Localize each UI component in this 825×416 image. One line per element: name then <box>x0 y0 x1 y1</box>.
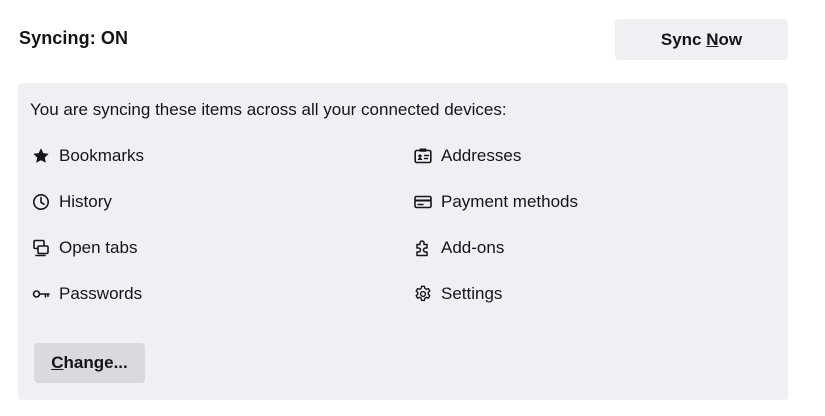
gear-icon <box>413 284 433 304</box>
sync-item-label: Payment methods <box>441 192 579 211</box>
synced-items-intro: You are syncing these items across all y… <box>30 100 507 119</box>
sync-item-label: Addresses <box>441 146 522 165</box>
sync-item-add-ons: Add-ons <box>413 236 504 260</box>
sync-item-label: Bookmarks <box>59 146 145 165</box>
sync-item-addresses: Addresses <box>413 144 521 168</box>
sync-item-label: History <box>59 192 112 211</box>
key-icon <box>31 284 51 304</box>
tabs-icon <box>31 238 51 258</box>
sync-item-history: History <box>31 190 112 214</box>
sync-now-accesskey: N <box>706 29 719 49</box>
clock-icon <box>31 192 51 212</box>
puzzle-piece-icon <box>413 238 433 258</box>
change-button[interactable]: Change... <box>34 343 145 383</box>
sync-now-button[interactable]: Sync Now <box>615 19 788 60</box>
address-card-icon <box>413 146 433 166</box>
sync-now-label-end: ow <box>718 29 743 49</box>
synced-items-panel: You are syncing these items across all y… <box>18 83 788 400</box>
sync-item-settings: Settings <box>413 282 502 306</box>
change-label-end: hange... <box>63 353 128 372</box>
sync-item-label: Add-ons <box>441 238 505 257</box>
sync-item-label: Open tabs <box>59 238 138 257</box>
sync-item-bookmarks: Bookmarks <box>31 144 144 168</box>
sync-item-label: Settings <box>441 284 503 303</box>
sync-now-label-start: Sync <box>660 29 707 49</box>
credit-card-icon <box>413 192 433 212</box>
sync-status-title: Syncing: ON <box>19 28 129 48</box>
sync-item-passwords: Passwords <box>31 282 142 306</box>
star-icon <box>31 146 51 166</box>
sync-item-label: Passwords <box>59 284 143 303</box>
change-accesskey: C <box>51 353 64 372</box>
sync-item-payment-methods: Payment methods <box>413 190 578 214</box>
sync-item-open-tabs: Open tabs <box>31 236 137 260</box>
